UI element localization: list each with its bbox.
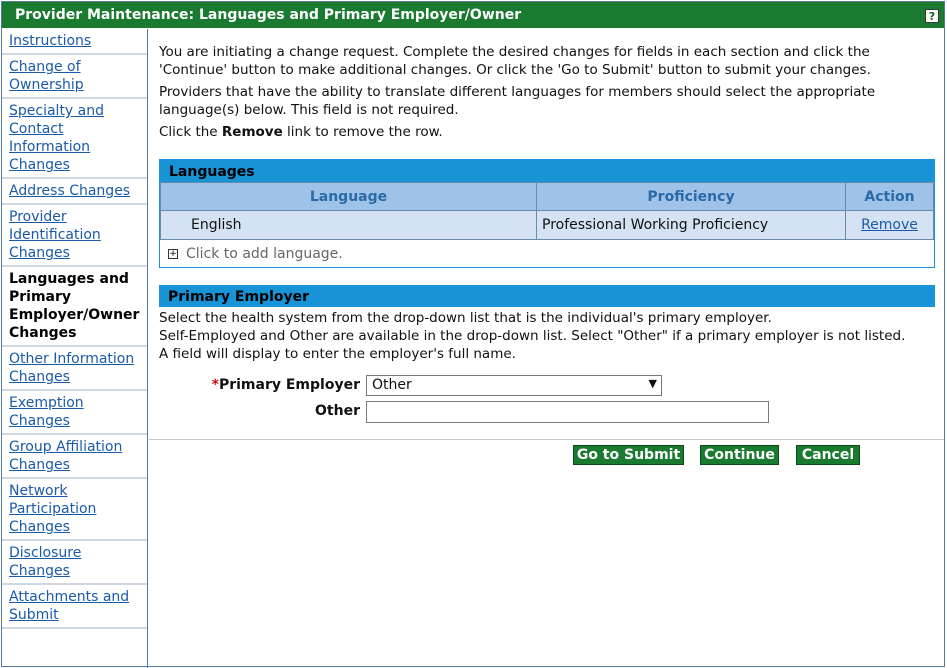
sidebar-item[interactable]: Change of Ownership [2,55,147,99]
primary-employer-row: *Primary Employer Other ▼ [159,375,935,397]
chevron-down-icon: ▼ [648,377,657,390]
sidebar-item[interactable]: Instructions [2,29,147,55]
sidebar-item[interactable]: Network Participation Changes [2,479,147,541]
remove-hint-prefix: Click the [159,124,222,140]
column-header-action: Action [845,182,934,211]
action-cell: Remove [845,210,934,240]
sidebar-item[interactable]: Provider Identification Changes [2,205,147,267]
employer-instruction-line: Select the health system from the drop-d… [159,310,772,326]
sidebar-item[interactable]: Attachments and Submit [2,585,147,629]
primary-employer-header: Primary Employer [159,285,935,307]
expand-plus-icon[interactable]: + [168,249,178,259]
primary-employer-panel: Primary Employer Select the health syste… [159,285,935,423]
main-content: You are initiating a change request. Com… [149,29,944,668]
remove-hint-bold: Remove [221,124,283,140]
sidebar-item[interactable]: Disclosure Changes [2,541,147,585]
intro-paragraph: You are initiating a change request. Com… [159,44,871,78]
primary-employer-value: Other [372,377,412,393]
title-bar: Provider Maintenance: Languages and Prim… [2,2,944,28]
add-language-label: Click to add language. [186,246,343,262]
window-frame: Provider Maintenance: Languages and Prim… [1,1,945,668]
language-cell: English [160,210,537,240]
employer-instruction-line: Self-Employed and Other are available in… [159,328,906,344]
cancel-button[interactable]: Cancel [796,445,860,465]
languages-panel: Languages Language Proficiency Action En… [159,159,935,268]
employer-instructions: Select the health system from the drop-d… [159,307,935,363]
remove-hint-suffix: link to remove the row. [282,124,443,140]
required-marker: * [211,377,219,393]
sidebar-item[interactable]: Specialty and Contact Information Change… [2,99,147,179]
continue-button[interactable]: Continue [700,445,779,465]
other-label: Other [315,403,360,419]
primary-employer-label-text: Primary Employer [218,377,360,393]
column-header-language: Language [160,182,537,211]
sidebar-nav: Instructions Change of Ownership Specialty… [2,29,148,668]
sidebar-item[interactable]: Address Changes [2,179,147,205]
primary-employer-select[interactable]: Other ▼ [366,375,662,396]
sidebar-item[interactable]: Other Information Changes [2,347,147,391]
remove-hint: Click the Remove link to remove the row. [159,123,939,141]
other-employer-row: Other [159,401,935,423]
section-divider [149,439,944,440]
column-header-proficiency: Proficiency [536,182,846,211]
other-employer-input[interactable] [366,401,769,423]
go-to-submit-button[interactable]: Go to Submit [573,445,684,465]
remove-link[interactable]: Remove [861,217,918,233]
employer-instruction-line: A field will display to enter the employ… [159,346,516,362]
sidebar-item[interactable]: Group Affiliation Changes [2,435,147,479]
instructions-text: You are initiating a change request. Com… [159,43,939,145]
add-language-row[interactable]: + Click to add language. [160,240,934,267]
primary-employer-label: *Primary Employer [212,377,360,393]
sidebar-item: Languages and Primary Employer/Owner Cha… [2,267,147,347]
languages-table: Language Proficiency Action English Prof… [160,182,934,240]
proficiency-cell: Professional Working Proficiency [536,210,846,240]
intro-paragraph-language: Providers that have the ability to trans… [159,84,876,118]
help-icon[interactable]: ? [925,9,939,23]
sidebar-item[interactable]: Exemption Changes [2,391,147,435]
languages-header: Languages [160,160,934,182]
window-title: Provider Maintenance: Languages and Prim… [15,7,522,23]
table-row: English Professional Working Proficiency… [160,210,934,240]
